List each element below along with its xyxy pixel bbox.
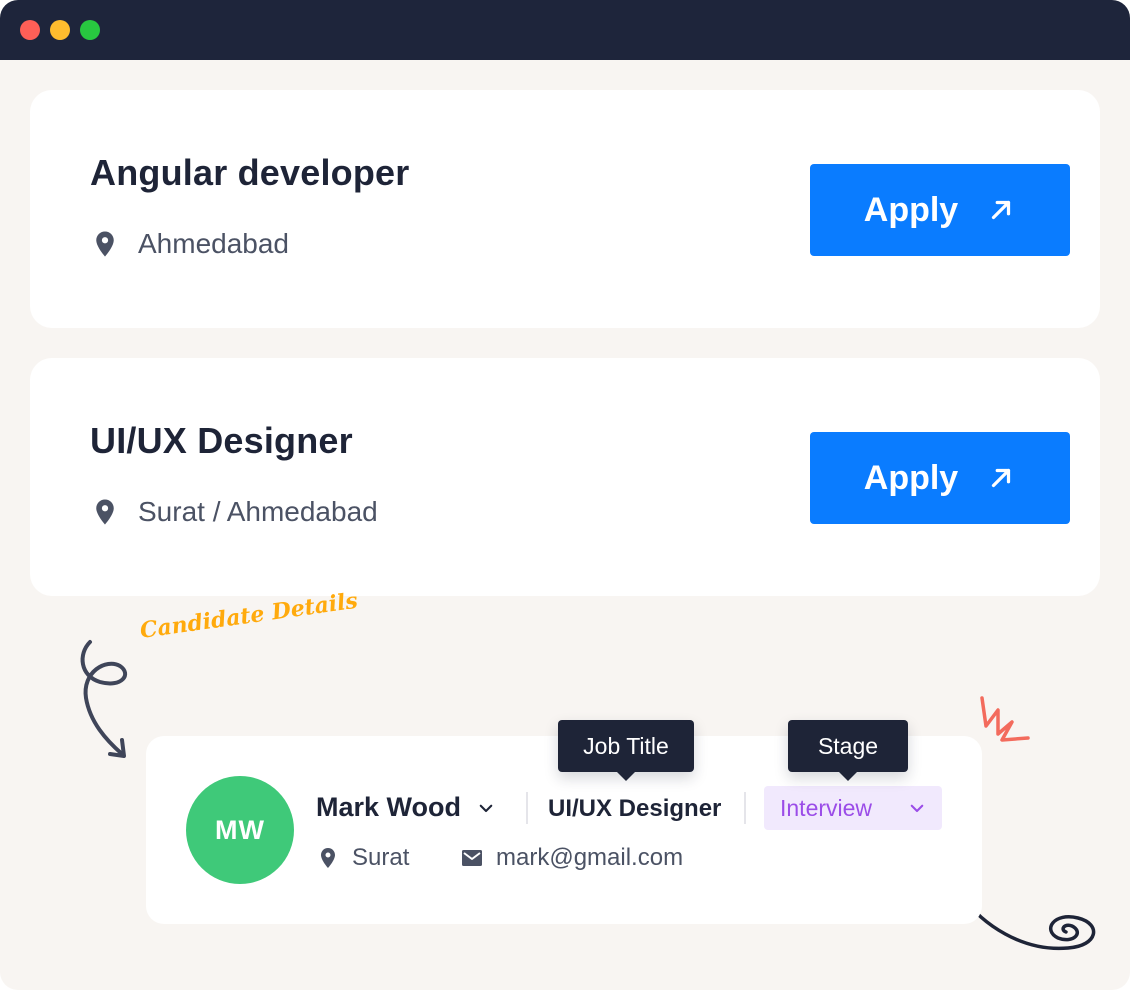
mail-icon: [462, 850, 482, 866]
location-pin-icon: [321, 848, 335, 868]
stage-dropdown[interactable]: Interview: [764, 786, 942, 830]
job-title: UI/UX Designer: [90, 420, 353, 461]
apply-button-label: Apply: [863, 190, 959, 229]
arrow-up-right-icon: [992, 468, 1011, 488]
candidate-details-annotation: Candidate Details: [138, 587, 360, 644]
divider: [526, 792, 528, 824]
apply-button[interactable]: Apply: [810, 164, 1070, 256]
location-pin-icon: [96, 499, 114, 525]
tooltip-text: Job Title: [583, 732, 669, 759]
close-dot[interactable]: [20, 20, 40, 40]
candidate-job-title: UI/UX Designer: [548, 795, 722, 822]
stage-value: Interview: [780, 794, 873, 821]
job-title-tooltip: Job Title: [558, 720, 694, 781]
job-location: Ahmedabad: [90, 228, 289, 260]
job-location: Surat / Ahmedabad: [90, 496, 378, 528]
candidate-location-text: Surat: [352, 844, 410, 871]
apply-button-label: Apply: [863, 458, 959, 497]
job-card-ui-ux-designer: UI/UX Designer Surat / Ahmedabad Apply: [30, 358, 1100, 596]
arrow-up-right-icon: [992, 200, 1011, 220]
candidate-email[interactable]: mark@gmail.com: [460, 844, 683, 872]
job-card-angular-developer: Angular developer Ahmedabad Apply: [30, 90, 1100, 328]
candidate-name: Mark Wood: [316, 792, 462, 822]
tooltip-tail: [616, 771, 636, 781]
job-title: Angular developer: [90, 152, 410, 193]
candidate-location: Surat: [316, 844, 409, 872]
tooltip-tail: [838, 771, 858, 781]
stage-tooltip: Stage: [788, 720, 908, 781]
location-pin-icon: [96, 231, 114, 257]
candidate-name-dropdown[interactable]: Mark Wood: [316, 792, 495, 823]
chevron-down-icon: [479, 804, 493, 812]
apply-button[interactable]: Apply: [810, 432, 1070, 524]
job-location-text: Ahmedabad: [138, 228, 290, 259]
candidate-email-text: mark@gmail.com: [496, 844, 684, 871]
maximize-dot[interactable]: [80, 20, 100, 40]
sparkle-doodle: [980, 696, 1030, 742]
curly-arrow-doodle: [80, 640, 128, 758]
minimize-dot[interactable]: [50, 20, 70, 40]
divider: [744, 792, 746, 824]
chevron-down-icon: [910, 804, 924, 813]
tooltip-text: Stage: [817, 732, 879, 759]
window-titlebar: [0, 0, 1130, 60]
job-location-text: Surat / Ahmedabad: [138, 496, 378, 527]
browser-window: Angular developer Ahmedabad Apply UI/UX …: [0, 0, 1130, 990]
avatar[interactable]: MW: [186, 776, 294, 884]
